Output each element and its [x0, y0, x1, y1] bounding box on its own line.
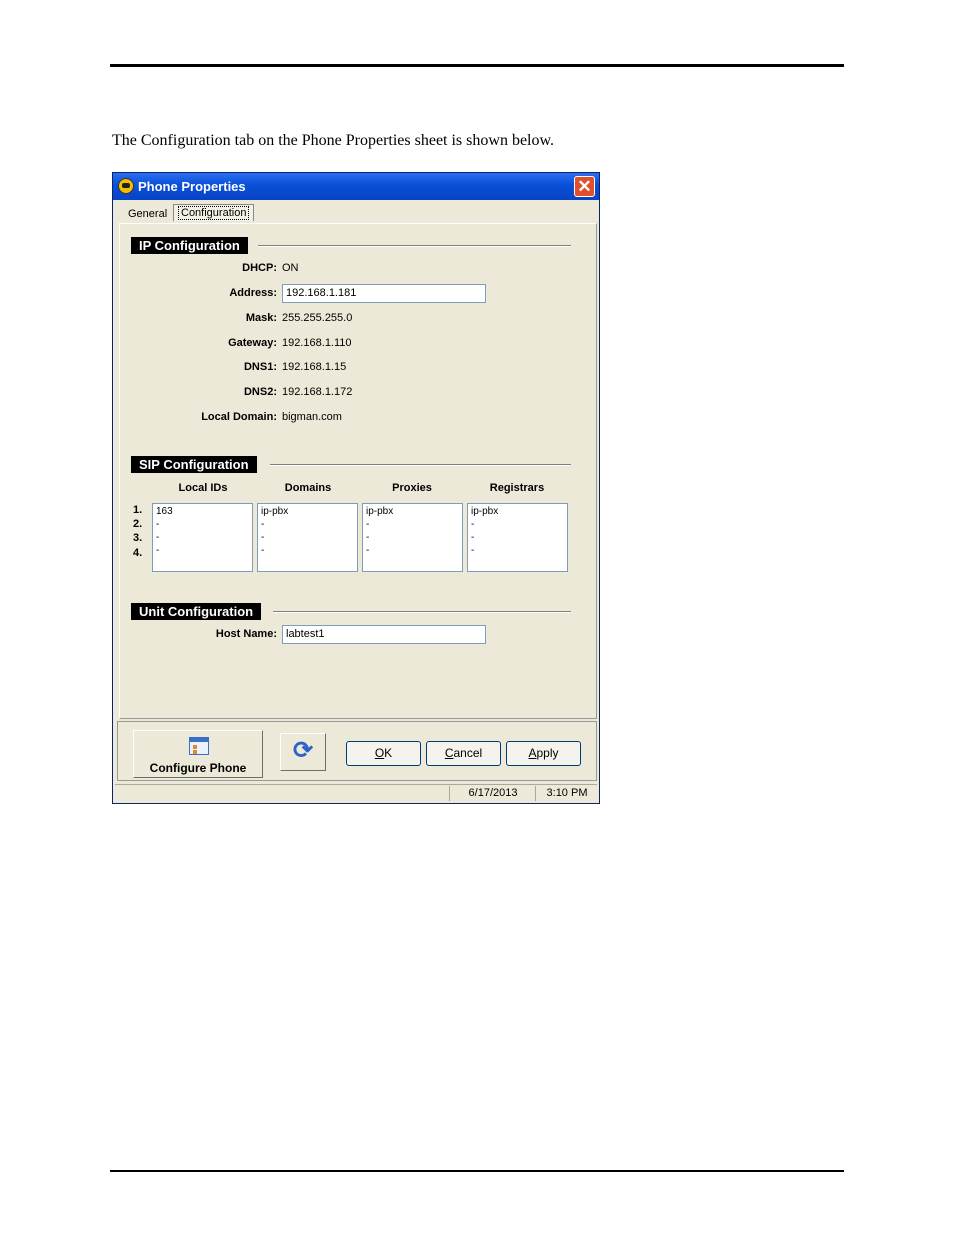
ip-config-heading: IP Configuration — [131, 237, 248, 254]
list-item[interactable]: ip-pbx — [261, 505, 354, 518]
title-bar[interactable]: Phone Properties ✕ — [113, 173, 599, 200]
tab-general[interactable]: General — [128, 208, 167, 220]
tab-configuration-label: Configuration — [178, 206, 250, 220]
refresh-icon: ⟳ — [292, 737, 314, 764]
dns2-label: DNS2: — [243, 386, 277, 398]
cancel-button[interactable]: Cancel — [426, 741, 501, 766]
registrars-list[interactable]: ip-pbx - - - — [467, 503, 568, 572]
row-number-2: 2. — [133, 518, 143, 530]
unit-config-heading: Unit Configuration — [131, 603, 262, 620]
tab-configuration[interactable]: Configuration — [173, 204, 255, 221]
sip-config-heading: SIP Configuration — [131, 456, 257, 473]
host-name-label: Host Name: — [215, 628, 277, 640]
dns1-label: DNS1: — [243, 361, 277, 373]
host-name-input[interactable]: labtest1 — [282, 625, 486, 644]
close-button[interactable]: ✕ — [574, 176, 595, 197]
list-item[interactable]: - — [156, 518, 249, 531]
configure-phone-icon — [189, 737, 209, 755]
list-item[interactable]: - — [261, 518, 354, 531]
unit-config-divider — [273, 611, 571, 613]
apply-accelerator: A — [528, 746, 537, 760]
mask-value: 255.255.255.0 — [282, 312, 353, 324]
list-item[interactable]: - — [156, 544, 249, 557]
dns1-value: 192.168.1.15 — [282, 361, 347, 373]
row-number-4: 4. — [133, 547, 143, 559]
refresh-button[interactable]: ⟳ — [280, 733, 326, 771]
cancel-label: ancel — [453, 746, 483, 760]
list-item[interactable]: - — [471, 544, 564, 557]
column-registrars: Registrars — [489, 482, 545, 494]
list-item[interactable]: - — [366, 544, 459, 557]
phone-app-icon — [118, 178, 134, 194]
local-domain-value: bigman.com — [282, 411, 342, 423]
local-ids-list[interactable]: 163 - - - — [152, 503, 253, 572]
ok-accelerator: O — [374, 746, 385, 760]
dhcp-label: DHCP: — [242, 262, 277, 274]
dhcp-value: ON — [282, 262, 299, 274]
domains-list[interactable]: ip-pbx - - - — [257, 503, 358, 572]
address-label: Address: — [229, 287, 277, 299]
window-title: Phone Properties — [138, 179, 246, 194]
proxies-list[interactable]: ip-pbx - - - — [362, 503, 463, 572]
list-item[interactable]: - — [471, 531, 564, 544]
status-date: 6/17/2013 — [449, 786, 536, 801]
apply-button[interactable]: Apply — [506, 741, 581, 766]
list-item[interactable]: 163 — [156, 505, 249, 518]
list-item[interactable]: ip-pbx — [471, 505, 564, 518]
configure-phone-button[interactable]: Configure Phone — [133, 730, 263, 778]
status-time: 3:10 PM — [535, 786, 598, 801]
gateway-label: Gateway: — [228, 337, 277, 349]
list-item[interactable]: - — [471, 518, 564, 531]
list-item[interactable]: - — [366, 531, 459, 544]
column-domains: Domains — [284, 482, 332, 494]
dns2-value: 192.168.1.172 — [282, 386, 353, 398]
bottom-rule — [110, 1170, 844, 1172]
list-item[interactable]: - — [261, 531, 354, 544]
ok-label: K — [384, 746, 393, 760]
address-input[interactable]: 192.168.1.181 — [282, 284, 486, 303]
mask-label: Mask: — [245, 312, 277, 324]
list-item[interactable]: - — [156, 531, 249, 544]
gateway-value: 192.168.1.110 — [282, 337, 352, 349]
column-proxies: Proxies — [392, 482, 432, 494]
list-item[interactable]: ip-pbx — [366, 505, 459, 518]
apply-label: pply — [536, 746, 559, 760]
top-rule — [110, 64, 844, 67]
list-item[interactable]: - — [261, 544, 354, 557]
list-item[interactable]: - — [366, 518, 459, 531]
ok-button[interactable]: OK — [346, 741, 421, 766]
sip-config-divider — [270, 464, 571, 466]
intro-text: The Configuration tab on the Phone Prope… — [112, 132, 554, 149]
configure-phone-label: Configure Phone — [149, 761, 247, 775]
row-number-3: 3. — [133, 532, 143, 544]
local-domain-label: Local Domain: — [201, 411, 277, 423]
ip-config-divider — [258, 245, 571, 247]
column-local-ids: Local IDs — [178, 482, 228, 494]
phone-properties-window: Phone Properties ✕ General Configuration… — [112, 172, 600, 804]
row-number-1: 1. — [133, 504, 143, 516]
